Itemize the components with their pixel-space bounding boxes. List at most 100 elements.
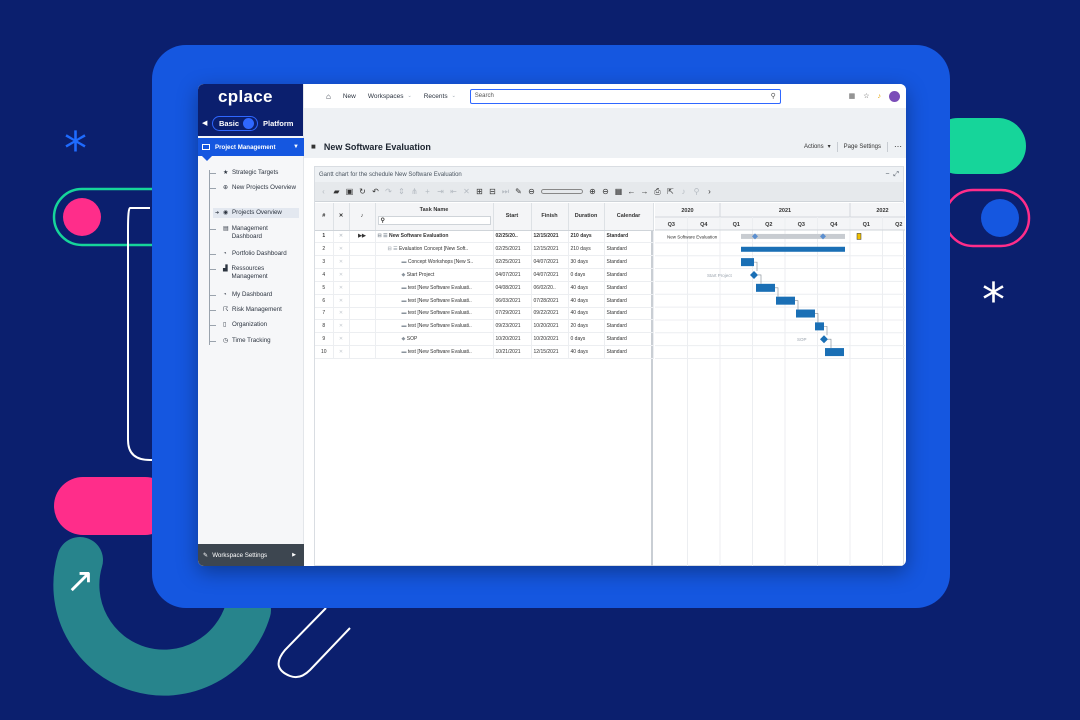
page-settings-button[interactable]: Page Settings bbox=[844, 144, 881, 150]
task-filter-input[interactable]: ⚲ bbox=[377, 216, 491, 226]
calendar-cell[interactable]: Standard bbox=[604, 319, 654, 334]
collapse-arrow-icon[interactable]: ◀ bbox=[202, 119, 212, 127]
task-name-cell[interactable]: ▬ test [New Software Evaluati.. bbox=[375, 294, 494, 308]
start-cell[interactable]: 04/07/2021 bbox=[493, 268, 532, 282]
finish-cell[interactable]: 12/15/2021 bbox=[531, 345, 569, 359]
col-header-start[interactable]: Start bbox=[493, 203, 532, 231]
calendar-cell[interactable]: Standard bbox=[604, 345, 654, 359]
recents-menu[interactable]: Recents ⌄ bbox=[424, 93, 456, 100]
calendar-cell[interactable]: Standard bbox=[604, 281, 654, 295]
start-cell[interactable]: 10/21/2021 bbox=[493, 345, 532, 359]
sidebar-item-risk-management[interactable]: ☈ Risk Management bbox=[209, 305, 299, 315]
calendar-cell[interactable]: Standard bbox=[604, 268, 654, 282]
col-header-duration[interactable]: Duration bbox=[568, 203, 605, 231]
duration-cell[interactable]: 40 days bbox=[568, 345, 605, 359]
zoom-fit-icon[interactable]: ⊖ bbox=[599, 187, 612, 196]
finish-cell[interactable]: 04/07/2021 bbox=[531, 268, 569, 282]
scroll-left-icon[interactable]: ‹ bbox=[317, 187, 330, 196]
notification-bell-icon[interactable]: ♪ bbox=[878, 93, 882, 100]
more-icon[interactable]: ⋯ bbox=[894, 142, 902, 151]
mode-toggle[interactable]: Basic bbox=[212, 115, 259, 131]
table-row[interactable]: 5 ✕ ▬ test [New Software Evaluati.. 04/08/2… bbox=[315, 281, 654, 295]
finish-cell[interactable]: 12/15/2021 bbox=[531, 242, 569, 257]
refresh-icon[interactable]: ↻ bbox=[356, 187, 369, 196]
user-avatar[interactable] bbox=[889, 90, 900, 102]
task-name-cell[interactable]: ▬ Concept Workshops [New S.. bbox=[375, 255, 494, 270]
row-link-icon[interactable]: ✕ bbox=[333, 281, 350, 295]
star-menu-icon[interactable]: ☆ bbox=[863, 92, 869, 100]
calendar-cell[interactable]: Standard bbox=[604, 307, 654, 321]
task-name-cell[interactable]: ▬ test [New Software Evaluati.. bbox=[375, 281, 494, 295]
platform-switch[interactable]: ◀ Basic Platform bbox=[202, 115, 293, 131]
table-row[interactable]: 7 ✕ ▬ test [New Software Evaluati.. 07/29/2… bbox=[315, 307, 654, 321]
col-header-calendar[interactable]: Calendar bbox=[604, 203, 654, 231]
add-icon[interactable]: + bbox=[421, 187, 434, 196]
cplace-logo[interactable]: cplace bbox=[218, 87, 273, 107]
start-cell[interactable]: 04/08/2021 bbox=[493, 281, 532, 295]
col-header-number[interactable]: # bbox=[315, 203, 334, 231]
task-name-cell[interactable]: ◆ Start Project bbox=[375, 268, 494, 282]
highlight-icon[interactable]: ✎ bbox=[512, 187, 525, 196]
expand-icon[interactable]: ⊞ bbox=[473, 187, 486, 196]
undo-icon[interactable]: ↶ bbox=[369, 187, 382, 196]
save-icon[interactable]: ▣ bbox=[343, 187, 356, 196]
actions-button[interactable]: Actions bbox=[804, 144, 824, 150]
finish-cell[interactable]: 12/15/2021 bbox=[531, 230, 569, 244]
finish-cell[interactable]: 10/20/2021 bbox=[531, 332, 569, 347]
duration-cell[interactable]: 30 days bbox=[568, 255, 605, 270]
layout-icon[interactable]: ▦ bbox=[849, 92, 856, 100]
finish-cell[interactable]: 10/20/2021 bbox=[531, 319, 569, 334]
search-icon[interactable]: ⚲ bbox=[771, 92, 776, 100]
task-name-cell[interactable]: ▬ test [New Software Evaluati.. bbox=[375, 319, 494, 334]
scroll-right-icon[interactable]: › bbox=[703, 187, 716, 196]
duration-cell[interactable]: 40 days bbox=[568, 294, 605, 308]
print-icon[interactable]: ⎙ bbox=[651, 187, 664, 197]
duration-cell[interactable]: 210 days bbox=[568, 230, 605, 244]
sidebar-item-projects-overview[interactable]: ➜ ◉ Projects Overview bbox=[213, 208, 299, 218]
sidebar-item-new-projects-overview[interactable]: ⊕ New Projects Overview bbox=[209, 183, 299, 193]
table-row[interactable]: 6 ✕ ▬ test [New Software Evaluati.. 06/03/2… bbox=[315, 294, 654, 308]
col-header-alerts[interactable]: ♪ bbox=[349, 203, 376, 231]
table-row[interactable]: 9 ✕ ◆ SOP 10/20/2021 10/20/2021 0 days Standar… bbox=[315, 332, 654, 347]
start-cell[interactable]: 02/25/20.. bbox=[493, 230, 532, 244]
workspace-selector[interactable]: Project Management ▼ bbox=[198, 138, 304, 156]
finish-cell[interactable]: 07/28/2021 bbox=[531, 294, 569, 308]
sidebar-item-portfolio-dashboard[interactable]: ◔ Portfolio Dashboard bbox=[209, 249, 299, 259]
finish-cell[interactable]: 04/07/2021 bbox=[531, 255, 569, 270]
table-row[interactable]: 3 ✕ ▬ Concept Workshops [New S.. 02/25/2021… bbox=[315, 255, 654, 270]
row-link-icon[interactable]: ✕ bbox=[333, 332, 350, 347]
calendar-cell[interactable]: Standard bbox=[604, 255, 654, 270]
duration-cell[interactable]: 40 days bbox=[568, 307, 605, 321]
table-row[interactable]: 8 ✕ ▬ test [New Software Evaluati.. 09/23/2… bbox=[315, 319, 654, 334]
col-header-task-name[interactable]: Task Name ⚲ bbox=[375, 203, 494, 231]
finish-cell[interactable]: 06/02/20.. bbox=[531, 281, 569, 295]
arrow-right-icon[interactable]: → bbox=[638, 187, 651, 196]
filter-icon[interactable]: ⚲ bbox=[690, 187, 703, 196]
start-cell[interactable]: 02/25/2021 bbox=[493, 242, 532, 257]
start-cell[interactable]: 06/03/2021 bbox=[493, 294, 532, 308]
sidebar-item-ressources-management[interactable]: ▟ Ressources Management bbox=[209, 264, 299, 282]
search-input[interactable]: Search ⚲ bbox=[469, 88, 781, 104]
outdent-icon[interactable]: ⇤ bbox=[447, 187, 460, 196]
start-cell[interactable]: 09/23/2021 bbox=[493, 319, 532, 334]
zoom-in-icon[interactable]: ⊕ bbox=[586, 187, 599, 196]
row-link-icon[interactable]: ✕ bbox=[333, 319, 350, 334]
zoom-out-icon[interactable]: ⊖ bbox=[525, 187, 538, 196]
open-icon[interactable]: ▰ bbox=[330, 187, 343, 196]
redo-icon[interactable]: ↷ bbox=[382, 187, 395, 196]
sidebar-item-strategic-targets[interactable]: ★ Strategic Targets bbox=[209, 168, 299, 178]
step-icon[interactable]: ⏭ bbox=[499, 187, 512, 197]
calendar-cell[interactable]: Standard bbox=[604, 332, 654, 347]
task-name-cell[interactable]: ▬ test [New Software Evaluati.. bbox=[375, 307, 494, 321]
table-row[interactable]: 2 ✕ ⊟ ☰ Evaluation Concept [New Soft.. 02/2… bbox=[315, 242, 654, 257]
task-name-cell[interactable]: ⊟ ☰ Evaluation Concept [New Soft.. bbox=[375, 242, 494, 257]
calendar-icon[interactable]: ▦ bbox=[612, 187, 625, 196]
task-name-cell[interactable]: ◆ SOP bbox=[375, 332, 494, 347]
table-row[interactable]: 10 ✕ ▬ test [New Software Evaluati.. 10/21/… bbox=[315, 345, 654, 359]
duration-cell[interactable]: 40 days bbox=[568, 281, 605, 295]
row-link-icon[interactable]: ✕ bbox=[333, 230, 350, 244]
row-link-icon[interactable]: ✕ bbox=[333, 255, 350, 270]
collapse-icon[interactable]: ⊟ bbox=[486, 187, 499, 196]
sidebar-item-my-dashboard[interactable]: ◔ My Dashboard bbox=[209, 290, 299, 300]
calendar-cell[interactable]: Standard bbox=[604, 294, 654, 308]
